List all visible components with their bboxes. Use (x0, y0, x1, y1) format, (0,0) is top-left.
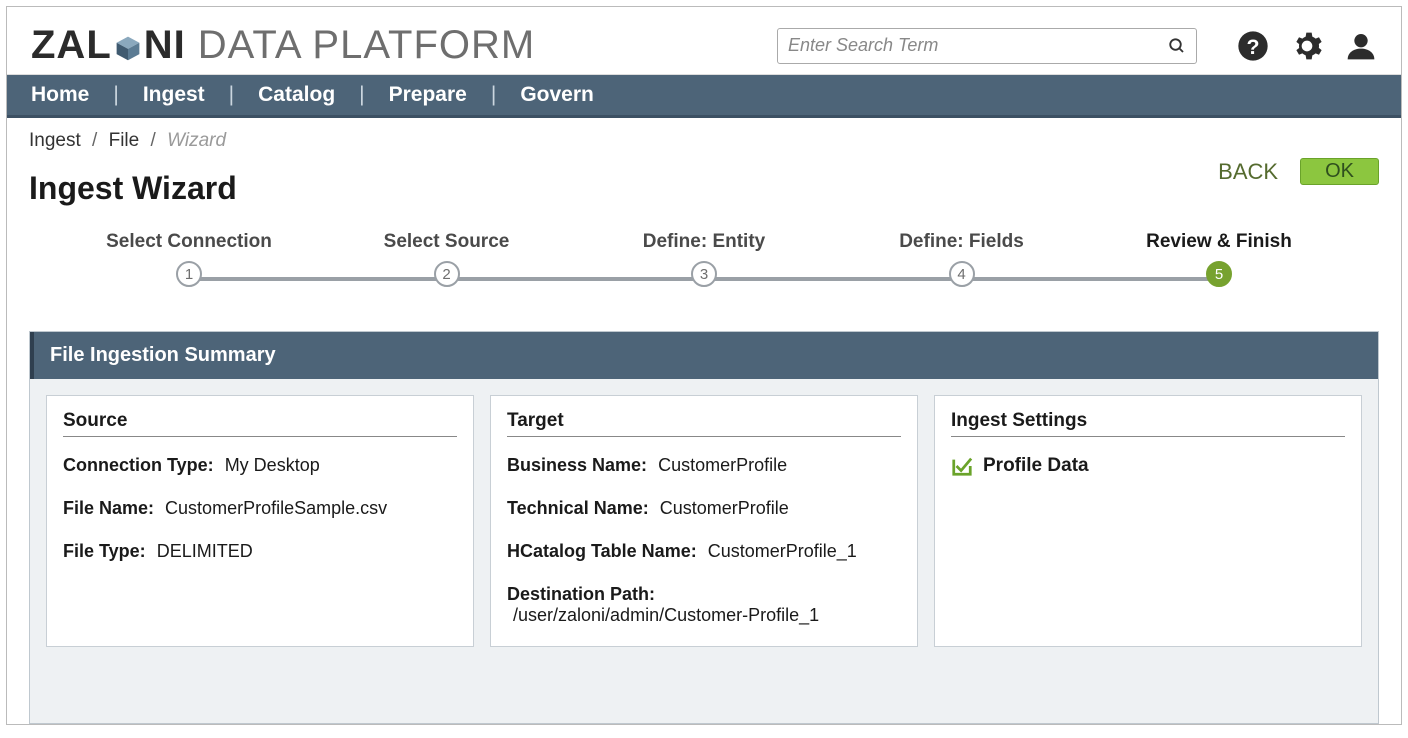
ok-button[interactable]: OK (1300, 158, 1379, 185)
global-search[interactable] (777, 28, 1197, 64)
nav-ingest[interactable]: Ingest (143, 83, 205, 107)
profile-data-label: Profile Data (983, 455, 1089, 477)
card-target: Target Business Name: CustomerProfile Te… (490, 395, 918, 647)
wizard-stepper: Select Connection 1 Select Source 2 Defi… (69, 231, 1339, 301)
dest-path-value: /user/zaloni/admin/Customer-Profile_1 (513, 605, 819, 625)
file-name-value: CustomerProfileSample.csv (165, 498, 387, 518)
crumb-wizard: Wizard (167, 130, 226, 151)
nav-catalog[interactable]: Catalog (258, 83, 335, 107)
hcatalog-label: HCatalog Table Name: (507, 541, 697, 561)
checkmark-icon (951, 455, 973, 477)
gear-icon[interactable] (1291, 30, 1323, 62)
nav-home[interactable]: Home (31, 83, 89, 107)
search-icon[interactable] (1168, 37, 1186, 55)
nav-prepare[interactable]: Prepare (389, 83, 467, 107)
card-source: Source Connection Type: My Desktop File … (46, 395, 474, 647)
business-name-value: CustomerProfile (658, 455, 787, 475)
file-name-label: File Name: (63, 498, 154, 518)
brand-logo: ZAL NI DATA PLATFORM (31, 23, 535, 68)
app-header: ZAL NI DATA PLATFORM ? (7, 7, 1401, 75)
hcatalog-value: CustomerProfile_1 (708, 541, 857, 561)
crumb-file[interactable]: File (109, 130, 140, 151)
page-title: Ingest Wizard (29, 170, 237, 207)
summary-panel: File Ingestion Summary Source Connection… (29, 331, 1379, 724)
technical-name-label: Technical Name: (507, 498, 649, 518)
svg-text:?: ? (1246, 35, 1259, 59)
step-select-source[interactable]: Select Source 2 (327, 231, 567, 287)
card-target-title: Target (507, 410, 901, 437)
search-input[interactable] (788, 35, 1168, 56)
step-select-connection[interactable]: Select Connection 1 (69, 231, 309, 287)
dest-path-label: Destination Path: (507, 584, 655, 604)
card-source-title: Source (63, 410, 457, 437)
card-settings-title: Ingest Settings (951, 410, 1345, 437)
user-icon[interactable] (1345, 30, 1377, 62)
brand-suffix: DATA PLATFORM (198, 23, 535, 68)
brand-cube-icon (114, 34, 142, 62)
file-type-value: DELIMITED (157, 541, 253, 561)
step-review-finish[interactable]: Review & Finish 5 (1099, 231, 1339, 287)
step-define-fields[interactable]: Define: Fields 4 (842, 231, 1082, 287)
connection-type-label: Connection Type: (63, 455, 214, 475)
back-button[interactable]: BACK (1218, 159, 1278, 185)
technical-name-value: CustomerProfile (660, 498, 789, 518)
card-ingest-settings: Ingest Settings Profile Data (934, 395, 1362, 647)
summary-header: File Ingestion Summary (30, 332, 1378, 379)
crumb-ingest[interactable]: Ingest (29, 130, 81, 151)
step-define-entity[interactable]: Define: Entity 3 (584, 231, 824, 287)
connection-type-value: My Desktop (225, 455, 320, 475)
breadcrumb: Ingest / File / Wizard (29, 130, 1379, 152)
primary-nav: Home | Ingest | Catalog | Prepare | Gove… (7, 75, 1401, 118)
nav-govern[interactable]: Govern (520, 83, 594, 107)
file-type-label: File Type: (63, 541, 146, 561)
help-icon[interactable]: ? (1237, 30, 1269, 62)
business-name-label: Business Name: (507, 455, 647, 475)
